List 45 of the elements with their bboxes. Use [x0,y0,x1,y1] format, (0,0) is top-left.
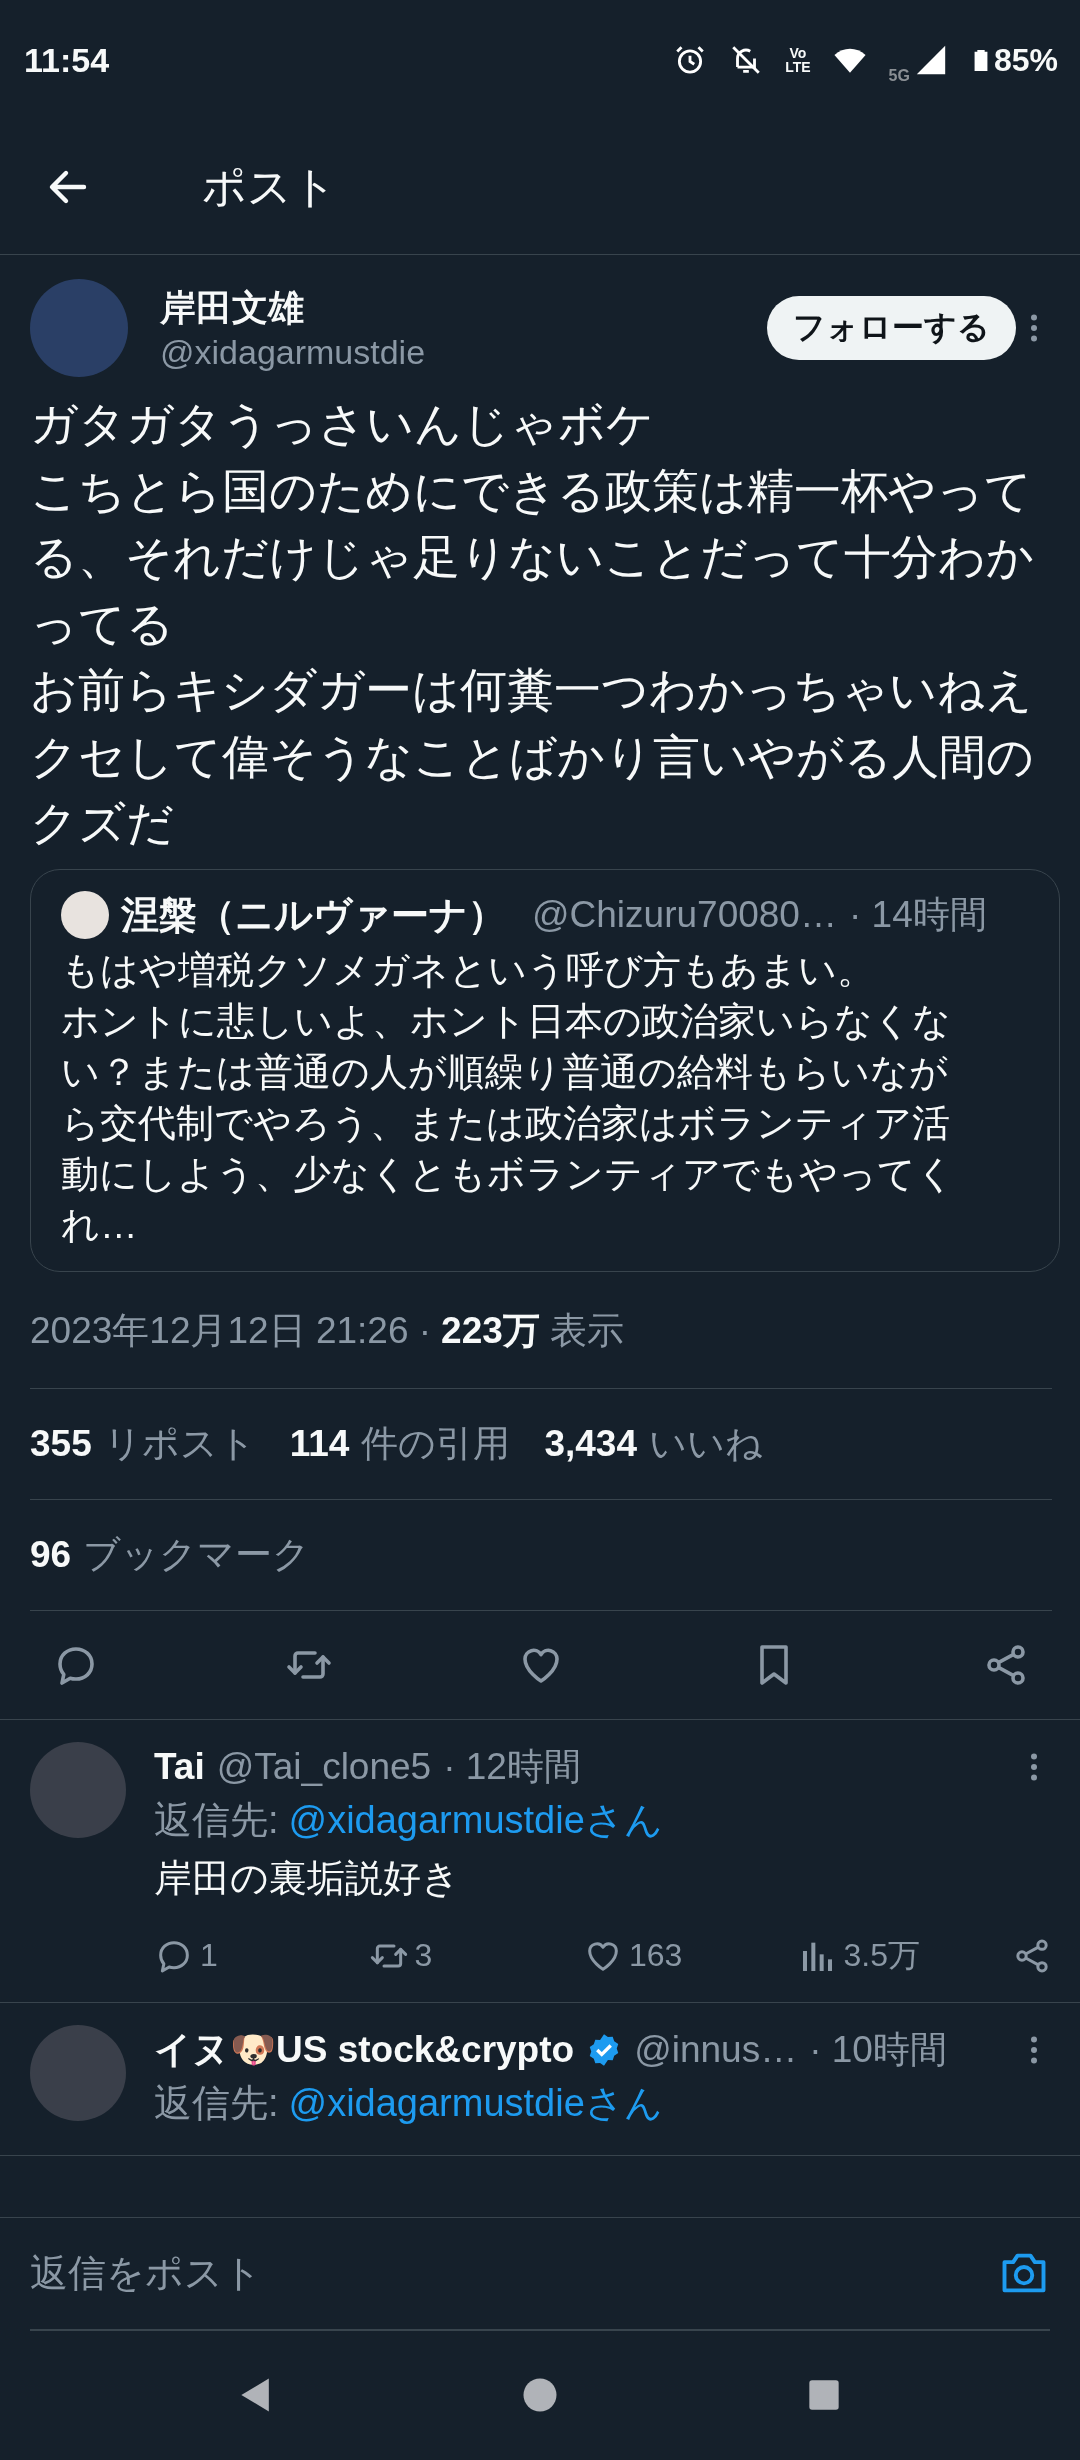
network-type: 5G [888,67,910,85]
stat-label[interactable]: リポスト [103,1418,256,1469]
view-count: 223万 [441,1308,540,1353]
replying-to-label: 返信先: [154,2080,279,2126]
battery-level: 85% [993,41,1058,79]
page-title: ポスト [202,160,337,213]
count: 3 [414,1937,433,1974]
follow-button[interactable]: フォローする [767,296,1016,360]
mention-link[interactable]: @xidagarmustdieさん [288,1791,663,1848]
reply-time: · 12時間 [443,1744,581,1789]
reply-author-handle[interactable]: @Tai_clone5 [216,1745,432,1788]
stat-count[interactable]: 114 [289,1422,350,1465]
reply-author-name[interactable]: イヌ🐶US stock&crypto [154,2024,575,2075]
count: 3.5万 [843,1935,920,1975]
reply-author-name[interactable]: Tai [154,1745,205,1788]
stat-label[interactable]: 件の引用 [361,1418,511,1469]
stat-count[interactable]: 3,434 [544,1422,638,1465]
quoted-post-text: ホントに悲しいよ、ホント日本の政治家いらなくない？または普通の人が順繰り普通の給料もらいながら交代制でやろう、または政治家はボランティア活動にしよう、少なくともボランティアでもやってくれ… [61,998,956,1248]
post-text: お前らキシダガーは何糞一つわかっちゃいねえクセして偉そうなことばかり言いやがる人間のクズだ [30,662,1035,851]
view-label: 表示 [549,1308,624,1353]
stat-count[interactable]: 355 [30,1422,92,1465]
post-text: こちとら国のためにできる政策は精一杯やってる、それだけじゃ足りないことだって十分わかってる [30,462,1035,652]
post-text: ガタガタうっさいんじゃボケ [30,396,655,452]
reply-text: 岸田の裏垢説好き [154,1855,461,1901]
count: 1 [200,1937,218,1974]
bookmark-count: 96 [30,1533,72,1576]
mention-link[interactable]: @xidagarmustdieさん [288,2074,663,2131]
volte-indicator: Vo LTE [785,46,811,74]
clock: 11:54 [24,40,111,80]
author-name[interactable]: 岸田文雄 [160,284,767,333]
bookmark-label: ブックマーク [83,1532,311,1577]
quoted-post-time: · 14時間 [848,893,987,937]
post-timestamp: 2023年12月12日 21:26 · [30,1308,432,1353]
quoted-author-name: 涅槃（ニルヴァーナ） [121,892,506,938]
quoted-post-card[interactable]: 涅槃（ニルヴァーナ） @Chizuru70080… · 14時間 もはや増税クソメガネという呼び方もあまい。 ホントに悲しいよ、ホント日本の政治家いらなくない？または普通の人が順繰り普通の給料もらいながら交代制でやろう、または政治家はボランティア活動にしよう、少なくともボランティアでもやってくれ… [30,868,1060,1272]
reply-time: · 10時間 [809,2027,947,2072]
stat-label[interactable]: いいね [649,1418,764,1469]
count: 163 [629,1937,683,1974]
avatar [61,891,109,939]
quoted-author-handle: @Chizuru70080… [532,894,837,936]
author-handle[interactable]: @xidagarmustdie [160,333,767,372]
reply-author-handle[interactable]: @innus… [634,2028,798,2071]
reply-input-field[interactable]: 返信をポスト [30,2251,998,2295]
quoted-post-text: もはや増税クソメガネという呼び方もあまい。 [61,947,876,993]
replying-to-label: 返信先: [154,1797,279,1843]
